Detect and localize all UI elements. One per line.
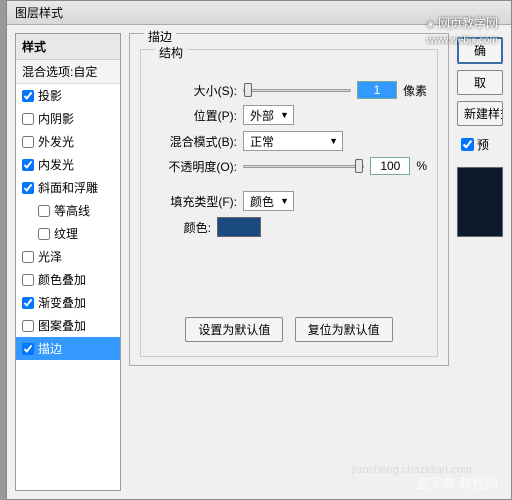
reset-default-button[interactable]: 复位为默认值 — [295, 317, 393, 342]
blend-mode-select[interactable]: 正常▼ — [243, 131, 343, 151]
style-item-1[interactable]: 内阴影 — [16, 107, 120, 130]
style-item-5[interactable]: 等高线 — [16, 199, 120, 222]
style-item-8[interactable]: 颜色叠加 — [16, 268, 120, 291]
style-item-label: 内发光 — [38, 156, 74, 173]
style-checkbox[interactable] — [22, 159, 34, 171]
color-label: 颜色: — [151, 219, 211, 236]
style-checkbox[interactable] — [22, 136, 34, 148]
preview-checkbox[interactable]: 预 — [461, 136, 503, 153]
styles-header[interactable]: 样式 — [16, 34, 120, 60]
chevron-down-icon: ▼ — [329, 136, 338, 146]
opacity-slider[interactable] — [243, 165, 364, 168]
style-checkbox[interactable] — [22, 251, 34, 263]
style-item-0[interactable]: 投影 — [16, 84, 120, 107]
watermark-top: ◈ 网页教学网 www.webjx.com — [427, 14, 498, 46]
style-checkbox[interactable] — [22, 274, 34, 286]
style-item-label: 光泽 — [38, 248, 62, 265]
style-item-2[interactable]: 外发光 — [16, 130, 120, 153]
style-item-4[interactable]: 斜面和浮雕 — [16, 176, 120, 199]
opacity-unit: % — [416, 159, 427, 173]
fill-type-label: 填充类型(F): — [151, 193, 237, 210]
color-swatch[interactable] — [217, 217, 261, 237]
style-item-10[interactable]: 图案叠加 — [16, 314, 120, 337]
style-item-label: 图案叠加 — [38, 317, 86, 334]
blend-mode-label: 混合模式(B): — [151, 133, 237, 150]
style-item-label: 内阴影 — [38, 110, 74, 127]
style-item-label: 纹理 — [54, 225, 78, 242]
size-unit: 像素 — [403, 82, 427, 99]
style-item-label: 渐变叠加 — [38, 294, 86, 311]
style-item-9[interactable]: 渐变叠加 — [16, 291, 120, 314]
style-item-label: 外发光 — [38, 133, 74, 150]
style-checkbox[interactable] — [22, 113, 34, 125]
set-default-button[interactable]: 设置为默认值 — [185, 317, 283, 342]
style-checkbox[interactable] — [22, 320, 34, 332]
style-item-7[interactable]: 光泽 — [16, 245, 120, 268]
stroke-group-title: 描边 — [144, 28, 176, 45]
dialog-title: 图层样式 — [15, 6, 63, 20]
style-item-11[interactable]: 描边 — [16, 337, 120, 360]
style-item-3[interactable]: 内发光 — [16, 153, 120, 176]
position-select[interactable]: 外部▼ — [243, 105, 294, 125]
cancel-button[interactable]: 取 — [457, 70, 503, 95]
style-item-label: 投影 — [38, 87, 62, 104]
new-style-button[interactable]: 新建样式 — [457, 101, 503, 126]
style-item-label: 斜面和浮雕 — [38, 179, 98, 196]
style-item-label: 描边 — [38, 340, 62, 357]
style-item-label: 等高线 — [54, 202, 90, 219]
preview-box — [457, 167, 503, 237]
chevron-down-icon: ▼ — [280, 196, 289, 206]
style-item-6[interactable]: 纹理 — [16, 222, 120, 245]
style-checkbox[interactable] — [38, 205, 50, 217]
style-item-label: 颜色叠加 — [38, 271, 86, 288]
fill-type-select[interactable]: 颜色▼ — [243, 191, 294, 211]
position-label: 位置(P): — [151, 107, 237, 124]
size-input[interactable] — [357, 81, 397, 99]
opacity-label: 不透明度(O): — [151, 158, 237, 175]
opacity-input[interactable] — [370, 157, 410, 175]
structure-title: 结构 — [155, 44, 187, 61]
chevron-down-icon: ▼ — [280, 110, 289, 120]
dialog-buttons-panel: 确 取 新建样式 预 — [457, 33, 503, 491]
style-checkbox[interactable] — [22, 90, 34, 102]
size-label: 大小(S): — [151, 82, 237, 99]
stroke-settings-panel: 描边 结构 大小(S): 像素 位置(P): 外部▼ — [129, 33, 449, 491]
style-checkbox[interactable] — [22, 182, 34, 194]
layer-style-dialog: 图层样式 样式 混合选项:自定 投影内阴影外发光内发光斜面和浮雕等高线纹理光泽颜… — [6, 0, 512, 500]
size-slider[interactable] — [243, 89, 351, 92]
style-checkbox[interactable] — [38, 228, 50, 240]
style-checkbox[interactable] — [22, 343, 34, 355]
watermark-bottom: 查字典 教程网 — [416, 473, 498, 492]
style-checkbox[interactable] — [22, 297, 34, 309]
styles-list-panel: 样式 混合选项:自定 投影内阴影外发光内发光斜面和浮雕等高线纹理光泽颜色叠加渐变… — [15, 33, 121, 491]
blend-options-item[interactable]: 混合选项:自定 — [16, 60, 120, 84]
